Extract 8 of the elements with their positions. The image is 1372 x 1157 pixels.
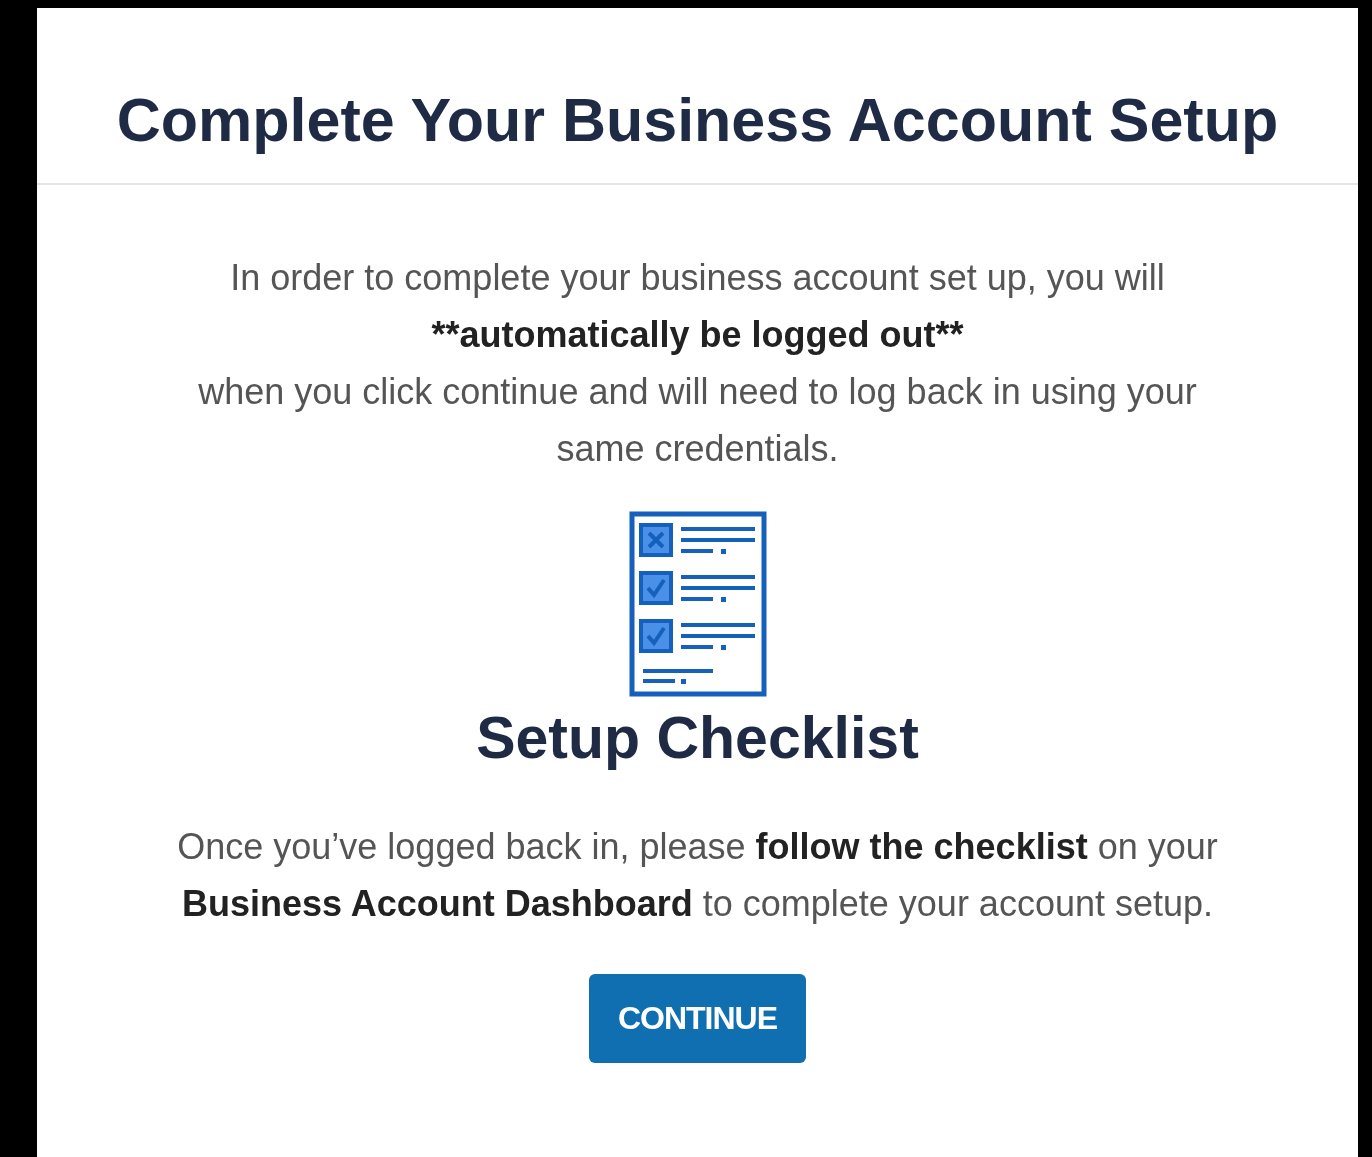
instructions-text: Once you’ve logged back in, please follow the checklist on your Business Account Dashboard to complete your account setup. [176,825,1219,926]
notice-text: **automatically be logged out** [430,313,965,358]
dialog-title: Complete Your Business Account Setup [115,85,1280,156]
continue-button[interactable]: CONTINUE [589,974,806,1063]
notice-text: when you click continue and will need to log back in using your same credentials. [197,370,1198,472]
checklist-icon [628,511,767,698]
checklist-heading: Setup Checklist [476,704,919,774]
notice-text: In order to complete your business account set up, you will [229,256,1166,301]
